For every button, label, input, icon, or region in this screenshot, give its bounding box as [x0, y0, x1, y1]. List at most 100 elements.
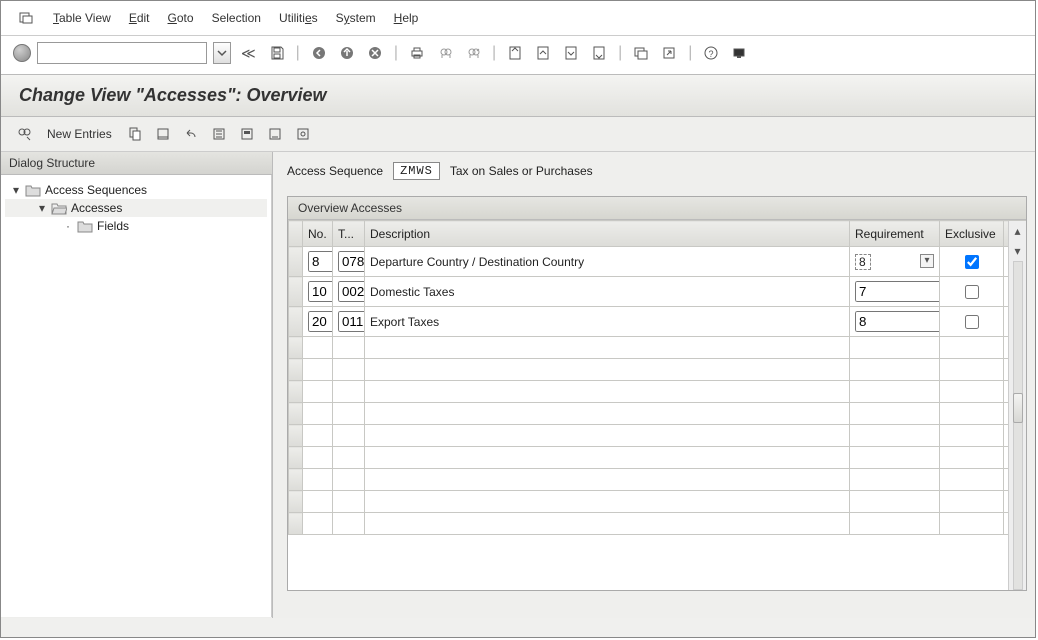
no-input[interactable] [308, 251, 333, 272]
table-row[interactable] [289, 403, 1026, 425]
enter-button[interactable] [13, 44, 31, 62]
exclusive-checkbox[interactable] [965, 285, 979, 299]
cell-excl[interactable] [940, 513, 1004, 535]
cancel-button[interactable] [364, 42, 386, 64]
cell-tab[interactable] [333, 425, 365, 447]
f4-help-icon[interactable]: ▾ [920, 254, 934, 268]
cell-req[interactable] [850, 403, 940, 425]
last-page-button[interactable] [588, 42, 610, 64]
cell-tab[interactable] [333, 359, 365, 381]
tree-node-accesses[interactable]: ▾ Accesses [5, 199, 267, 217]
cell-tab[interactable] [333, 381, 365, 403]
menu-help[interactable]: Help [394, 11, 419, 25]
cell-no[interactable] [303, 403, 333, 425]
cell-req[interactable] [850, 359, 940, 381]
scroll-thumb[interactable] [1013, 393, 1023, 423]
table-row[interactable] [289, 447, 1026, 469]
cell-no[interactable] [303, 247, 333, 277]
cell-excl[interactable] [940, 337, 1004, 359]
tab-input[interactable] [338, 281, 365, 302]
cell-no[interactable] [303, 337, 333, 359]
row-selector[interactable] [289, 513, 303, 535]
switch-display-change-button[interactable] [13, 123, 35, 145]
shortcut-button[interactable] [658, 42, 680, 64]
exit-button[interactable] [336, 42, 358, 64]
cell-no[interactable] [303, 513, 333, 535]
cell-no[interactable] [303, 425, 333, 447]
row-selector[interactable] [289, 307, 303, 337]
requirement-input[interactable] [855, 281, 940, 302]
row-selector[interactable] [289, 247, 303, 277]
table-row[interactable] [289, 359, 1026, 381]
find-next-button[interactable] [462, 42, 484, 64]
cell-no[interactable] [303, 469, 333, 491]
cell-req[interactable] [850, 381, 940, 403]
cell-req[interactable] [850, 307, 940, 337]
cell-tab[interactable] [333, 491, 365, 513]
table-row[interactable] [289, 381, 1026, 403]
vertical-scrollbar[interactable]: ▴ ▾ [1008, 221, 1026, 590]
cell-tab[interactable] [333, 247, 365, 277]
menu-system[interactable]: System [336, 11, 376, 25]
table-row[interactable] [289, 491, 1026, 513]
menu-selection[interactable]: Selection [212, 11, 261, 25]
cell-excl[interactable] [940, 359, 1004, 381]
row-selector[interactable] [289, 469, 303, 491]
cell-no[interactable] [303, 307, 333, 337]
cell-no[interactable] [303, 381, 333, 403]
no-input[interactable] [308, 281, 333, 302]
table-row[interactable] [289, 513, 1026, 535]
save-button[interactable] [266, 42, 288, 64]
exclusive-checkbox[interactable] [965, 255, 979, 269]
cell-no[interactable] [303, 447, 333, 469]
cell-req[interactable]: 8▾ [850, 247, 940, 277]
table-row[interactable] [289, 337, 1026, 359]
table-row[interactable] [289, 425, 1026, 447]
cell-excl[interactable] [940, 277, 1004, 307]
select-all-button[interactable] [208, 123, 230, 145]
cell-no[interactable] [303, 491, 333, 513]
col-excl[interactable]: Exclusive [940, 221, 1004, 247]
cell-excl[interactable] [940, 491, 1004, 513]
help-button[interactable]: ? [700, 42, 722, 64]
print-button[interactable] [406, 42, 428, 64]
col-desc[interactable]: Description [365, 221, 850, 247]
delete-button[interactable] [152, 123, 174, 145]
deselect-all-button[interactable] [264, 123, 286, 145]
tab-input[interactable] [338, 251, 365, 272]
cell-tab[interactable] [333, 337, 365, 359]
exclusive-checkbox[interactable] [965, 315, 979, 329]
prev-page-button[interactable] [532, 42, 554, 64]
copy-as-button[interactable] [124, 123, 146, 145]
cell-tab[interactable] [333, 447, 365, 469]
table-row[interactable] [289, 469, 1026, 491]
row-selector[interactable] [289, 359, 303, 381]
table-row[interactable]: Export Taxes [289, 307, 1026, 337]
back-button[interactable] [308, 42, 330, 64]
col-req[interactable]: Requirement [850, 221, 940, 247]
row-selector[interactable] [289, 277, 303, 307]
cell-excl[interactable] [940, 447, 1004, 469]
config-button[interactable] [292, 123, 314, 145]
scroll-down-icon[interactable]: ▾ [1011, 244, 1025, 258]
cell-no[interactable] [303, 277, 333, 307]
new-entries-button[interactable]: New Entries [41, 127, 118, 141]
select-block-button[interactable] [236, 123, 258, 145]
cell-tab[interactable] [333, 277, 365, 307]
cell-no[interactable] [303, 359, 333, 381]
row-selector[interactable] [289, 425, 303, 447]
cell-req[interactable] [850, 491, 940, 513]
first-page-button[interactable] [504, 42, 526, 64]
scroll-track[interactable] [1013, 261, 1023, 590]
cell-req[interactable] [850, 425, 940, 447]
row-selector[interactable] [289, 337, 303, 359]
row-selector[interactable] [289, 403, 303, 425]
requirement-input[interactable]: 8 [855, 254, 871, 270]
expand-icon[interactable]: ▾ [11, 183, 21, 197]
cell-excl[interactable] [940, 403, 1004, 425]
no-input[interactable] [308, 311, 333, 332]
undo-button[interactable] [180, 123, 202, 145]
find-button[interactable] [434, 42, 456, 64]
cell-req[interactable] [850, 469, 940, 491]
command-field-dropdown[interactable] [213, 42, 231, 64]
